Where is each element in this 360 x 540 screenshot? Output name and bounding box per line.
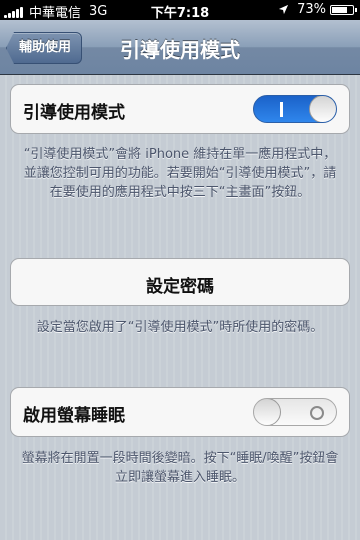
battery-icon (330, 4, 357, 15)
toggle-on-indicator-icon (280, 102, 283, 117)
screen-sleep-cell: 啟用螢幕睡眠 (10, 387, 350, 437)
guided-access-toggle[interactable] (253, 95, 337, 123)
page-title: 引導使用模式 (120, 38, 240, 62)
status-bar: 中華電信 3G 下午7:18 73% (0, 0, 360, 21)
battery-percentage: 73% (297, 2, 326, 17)
screen-sleep-label: 啟用螢幕睡眠 (23, 406, 125, 426)
toggle-knob (254, 399, 281, 425)
navigation-bar: 輔助使用 引導使用模式 (0, 20, 360, 75)
location-arrow-icon (279, 4, 289, 15)
screen-sleep-description: 螢幕將在閒置一段時間後變暗。按下“睡眠/喚醒”按鈕會立即讓螢幕進入睡眠。 (21, 451, 339, 485)
guided-access-description: “引導使用模式”會將 iPhone 維持在單一應用程式中，並讓您控制可用的功能。… (23, 147, 337, 200)
guided-access-cell: 引導使用模式 (10, 84, 350, 134)
set-passcode-label: 設定密碼 (146, 277, 214, 297)
toggle-knob (309, 96, 336, 122)
screen-sleep-toggle[interactable] (253, 398, 337, 426)
passcode-description: 設定當您啟用了“引導使用模式”時所使用的密碼。 (36, 320, 324, 335)
toggle-off-indicator-icon (310, 406, 324, 420)
guided-access-label: 引導使用模式 (23, 103, 125, 123)
set-passcode-button[interactable]: 設定密碼 (10, 258, 350, 306)
